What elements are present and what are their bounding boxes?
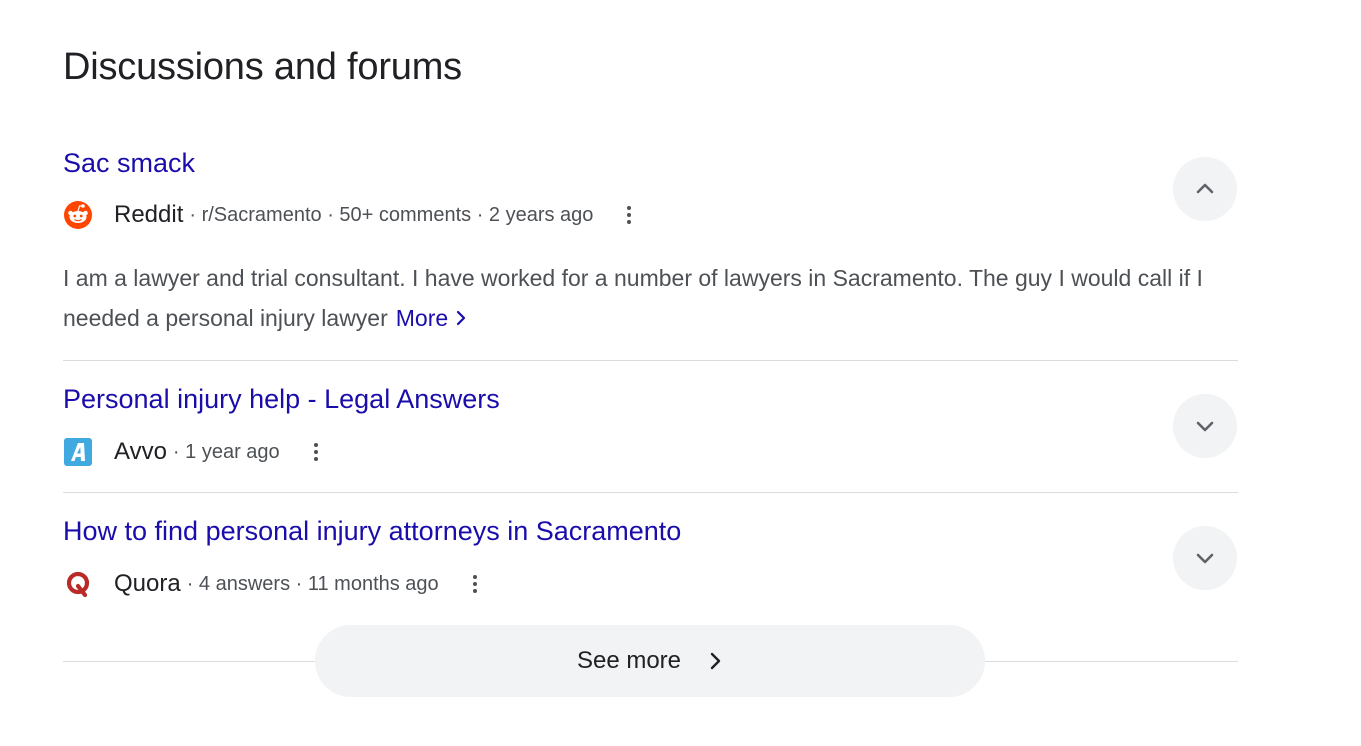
quora-logo-icon	[63, 569, 93, 599]
discussion-item-reddit: Sac smack Reddit · r/Sacramento · 50+ co…	[63, 140, 1238, 350]
see-more-label: See more	[576, 647, 682, 674]
source-name: Quora	[114, 570, 181, 597]
chevron-down-icon	[1196, 421, 1214, 432]
avvo-logo-icon	[63, 437, 93, 467]
discussion-item-quora: How to find personal injury attorneys in…	[63, 508, 1238, 618]
source-detail: · 4 answers · 11 months ago	[186, 572, 439, 595]
divider	[63, 492, 1238, 493]
chevron-right-icon	[454, 299, 468, 339]
chevron-right-icon	[707, 650, 723, 672]
snippet-text: I am a lawyer and trial consultant. I ha…	[63, 265, 1203, 331]
discussion-title-link[interactable]: Sac smack	[63, 148, 195, 179]
discussion-meta: Quora · 4 answers · 11 months ago	[63, 569, 485, 599]
more-link-label: More	[395, 305, 449, 331]
collapse-button[interactable]	[1173, 157, 1237, 221]
more-options-icon[interactable]	[619, 203, 639, 227]
reddit-logo-icon	[63, 200, 93, 230]
discussion-snippet: I am a lawyer and trial consultant. I ha…	[63, 258, 1238, 339]
source-detail: · 1 year ago	[172, 440, 280, 463]
discussion-item-avvo: Personal injury help - Legal Answers Avv…	[63, 376, 1238, 486]
more-options-icon[interactable]	[465, 572, 485, 596]
discussion-title-link[interactable]: How to find personal injury attorneys in…	[63, 516, 681, 547]
discussion-title-link[interactable]: Personal injury help - Legal Answers	[63, 384, 500, 415]
more-link[interactable]: More	[396, 305, 468, 331]
source-name: Avvo	[114, 438, 167, 465]
chevron-up-icon	[1196, 183, 1214, 194]
more-options-icon[interactable]	[306, 440, 326, 464]
source-detail: · r/Sacramento · 50+ comments · 2 years …	[189, 203, 594, 226]
discussion-meta: Avvo · 1 year ago	[63, 437, 326, 467]
expand-button[interactable]	[1173, 394, 1237, 458]
section-heading: Discussions and forums	[63, 46, 462, 88]
chevron-down-icon	[1196, 553, 1214, 564]
source-name: Reddit	[114, 201, 184, 228]
expand-button[interactable]	[1173, 526, 1237, 590]
see-more-button[interactable]: See more	[315, 625, 985, 697]
discussion-meta: Reddit · r/Sacramento · 50+ comments · 2…	[63, 200, 639, 230]
divider	[63, 360, 1238, 361]
